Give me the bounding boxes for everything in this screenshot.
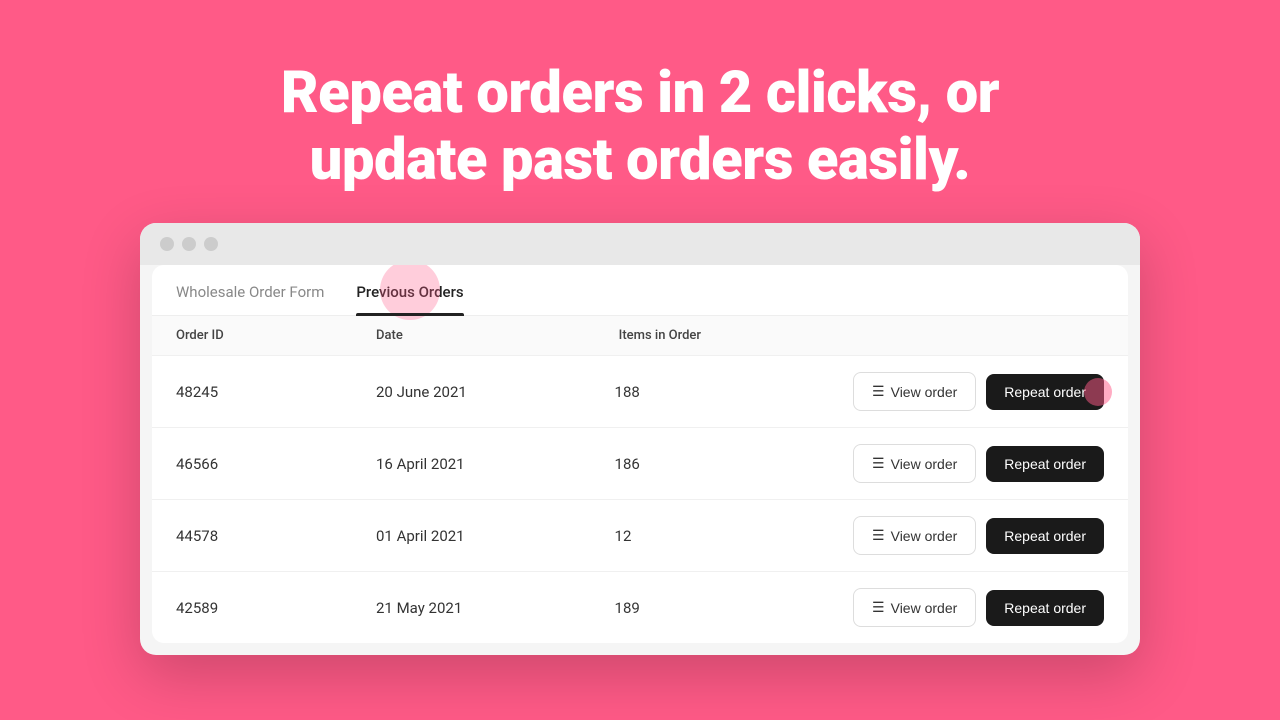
list-icon: ☰ [872, 383, 885, 400]
repeat-order-button[interactable]: Repeat order [986, 374, 1104, 410]
window-dot-red [160, 237, 174, 251]
view-label: View order [891, 384, 958, 400]
order-date: 21 May 2021 [376, 599, 615, 617]
browser-window: Wholesale Order Form Previous Orders Ord… [140, 223, 1140, 655]
table-row: 46566 16 April 2021 186 ☰ View order Rep… [152, 427, 1128, 499]
list-icon: ☰ [872, 527, 885, 544]
hero-line1: Repeat orders in 2 clicks, or [281, 59, 999, 127]
tab-wholesale-order-form[interactable]: Wholesale Order Form [176, 265, 324, 315]
header-order-id: Order ID [176, 328, 376, 343]
view-label: View order [891, 528, 958, 544]
repeat-order-button[interactable]: Repeat order [986, 590, 1104, 626]
table-row: 48245 20 June 2021 188 ☰ View order Repe… [152, 355, 1128, 427]
tab-previous-orders[interactable]: Previous Orders [356, 265, 463, 315]
browser-chrome [140, 223, 1140, 265]
order-id: 42589 [176, 599, 376, 617]
hero-line2: update past orders easily. [310, 126, 971, 194]
row-actions: ☰ View order Repeat order [853, 588, 1104, 627]
browser-content: Wholesale Order Form Previous Orders Ord… [152, 265, 1128, 643]
order-date: 01 April 2021 [376, 527, 615, 545]
order-id: 44578 [176, 527, 376, 545]
repeat-label: Repeat order [1004, 600, 1086, 616]
row-actions: ☰ View order Repeat order [853, 444, 1104, 483]
repeat-order-button[interactable]: Repeat order [986, 518, 1104, 554]
order-date: 20 June 2021 [376, 383, 615, 401]
order-items: 12 [615, 527, 854, 545]
window-dot-yellow [182, 237, 196, 251]
row-actions: ☰ View order Repeat order [853, 516, 1104, 555]
order-items: 188 [615, 383, 854, 401]
repeat-label: Repeat order [1004, 384, 1086, 400]
view-label: View order [891, 600, 958, 616]
table-row: 44578 01 April 2021 12 ☰ View order Repe… [152, 499, 1128, 571]
repeat-label: Repeat order [1004, 528, 1086, 544]
repeat-label: Repeat order [1004, 456, 1086, 472]
order-id: 46566 [176, 455, 376, 473]
orders-table: Order ID Date Items in Order 48245 20 Ju… [152, 316, 1128, 643]
list-icon: ☰ [872, 455, 885, 472]
list-icon: ☰ [872, 599, 885, 616]
tab-bar: Wholesale Order Form Previous Orders [152, 265, 1128, 316]
window-dot-green [204, 237, 218, 251]
order-items: 186 [615, 455, 854, 473]
table-row: 42589 21 May 2021 189 ☰ View order Repea… [152, 571, 1128, 643]
view-order-button[interactable]: ☰ View order [853, 372, 976, 411]
table-header: Order ID Date Items in Order [152, 316, 1128, 355]
order-id: 48245 [176, 383, 376, 401]
view-order-button[interactable]: ☰ View order [853, 588, 976, 627]
view-label: View order [891, 456, 958, 472]
order-items: 189 [615, 599, 854, 617]
row-actions: ☰ View order Repeat order [853, 372, 1104, 411]
view-order-button[interactable]: ☰ View order [853, 516, 976, 555]
order-date: 16 April 2021 [376, 455, 615, 473]
hero-section: Repeat orders in 2 clicks, or update pas… [261, 0, 1019, 223]
view-order-button[interactable]: ☰ View order [853, 444, 976, 483]
header-date: Date [376, 328, 619, 343]
repeat-order-button[interactable]: Repeat order [986, 446, 1104, 482]
header-items: Items in Order [619, 328, 862, 343]
header-actions [861, 328, 1104, 343]
